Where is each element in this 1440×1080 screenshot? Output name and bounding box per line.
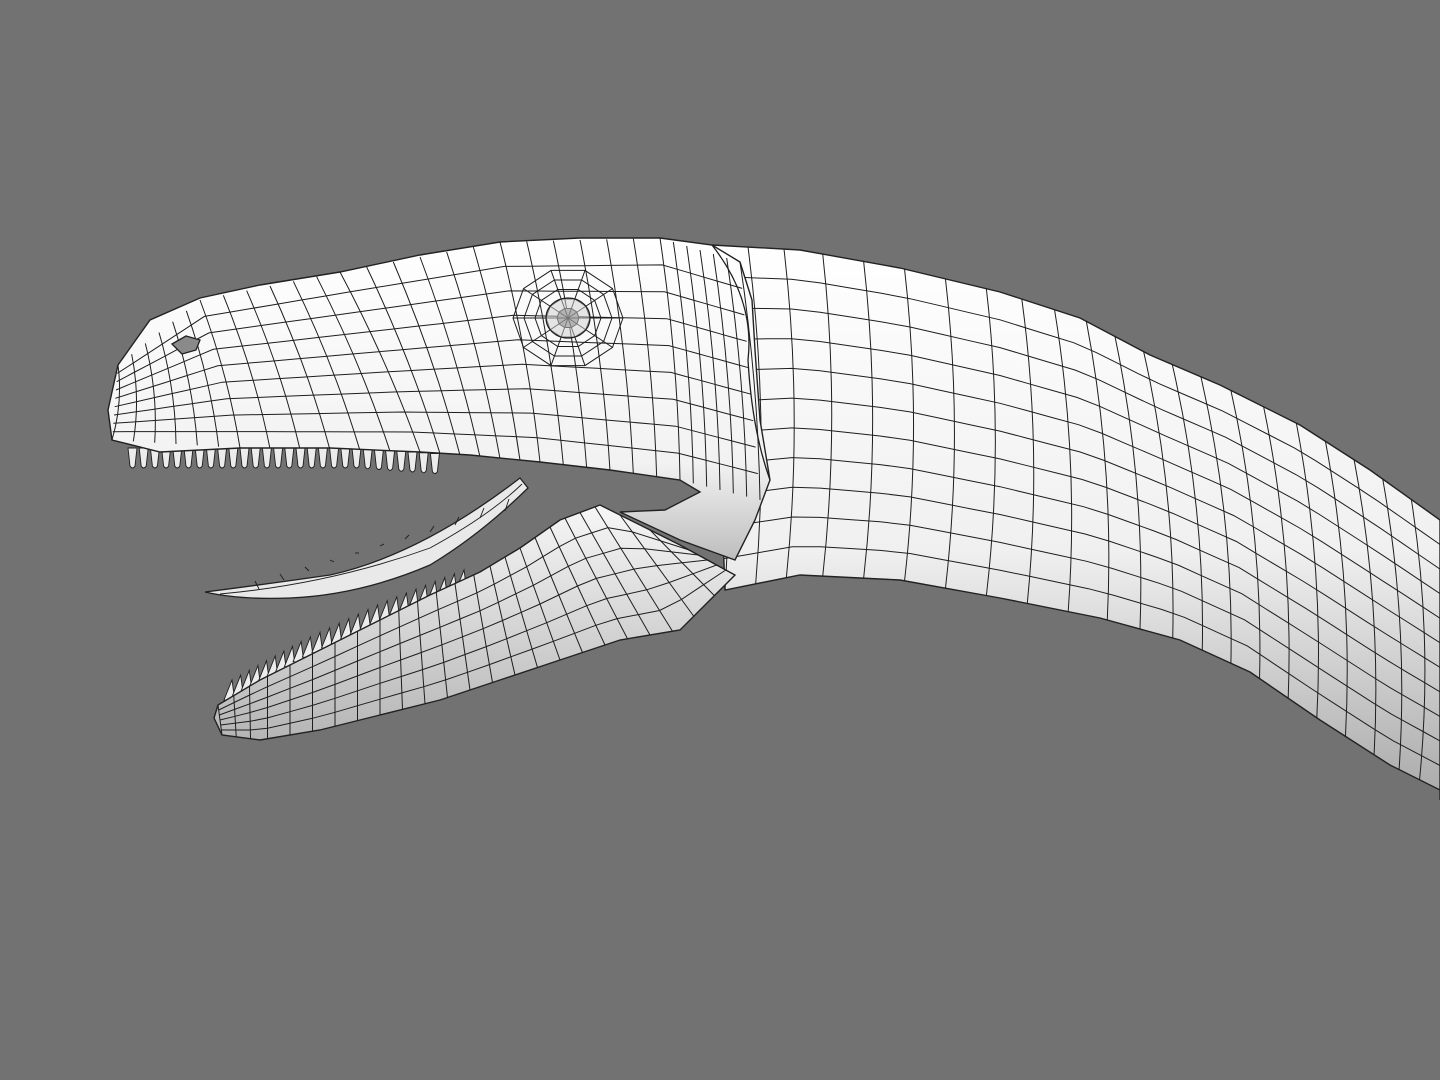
upper-tooth — [396, 450, 407, 472]
upper-tooth — [407, 451, 418, 473]
upper-tooth — [340, 447, 351, 469]
upper-jaw — [107, 237, 771, 561]
upper-tooth — [273, 447, 284, 469]
upper-tooth — [373, 449, 384, 471]
lower-jaw — [213, 504, 737, 741]
neck — [711, 244, 1440, 800]
upper-tooth — [295, 447, 306, 469]
upper-tooth — [205, 447, 216, 469]
upper-tooth — [239, 447, 250, 469]
upper-tooth — [317, 447, 328, 469]
3d-viewport — [0, 0, 1440, 1080]
upper-tooth — [228, 447, 239, 469]
upper-tooth — [127, 447, 138, 469]
upper-tooth — [217, 447, 228, 469]
upper-tooth — [250, 447, 261, 469]
upper-tooth — [418, 452, 429, 474]
upper-tooth — [429, 453, 440, 475]
upper-tooth — [329, 447, 340, 469]
upper-tooth — [138, 447, 149, 469]
upper-tooth — [194, 447, 205, 469]
upper-tooth — [306, 447, 317, 469]
upper-tooth — [284, 447, 295, 469]
upper-tooth — [351, 447, 362, 469]
upper-tooth — [385, 449, 396, 471]
upper-tooth — [362, 448, 373, 470]
upper-tooth — [261, 447, 272, 469]
wireframe-render — [107, 237, 1440, 800]
